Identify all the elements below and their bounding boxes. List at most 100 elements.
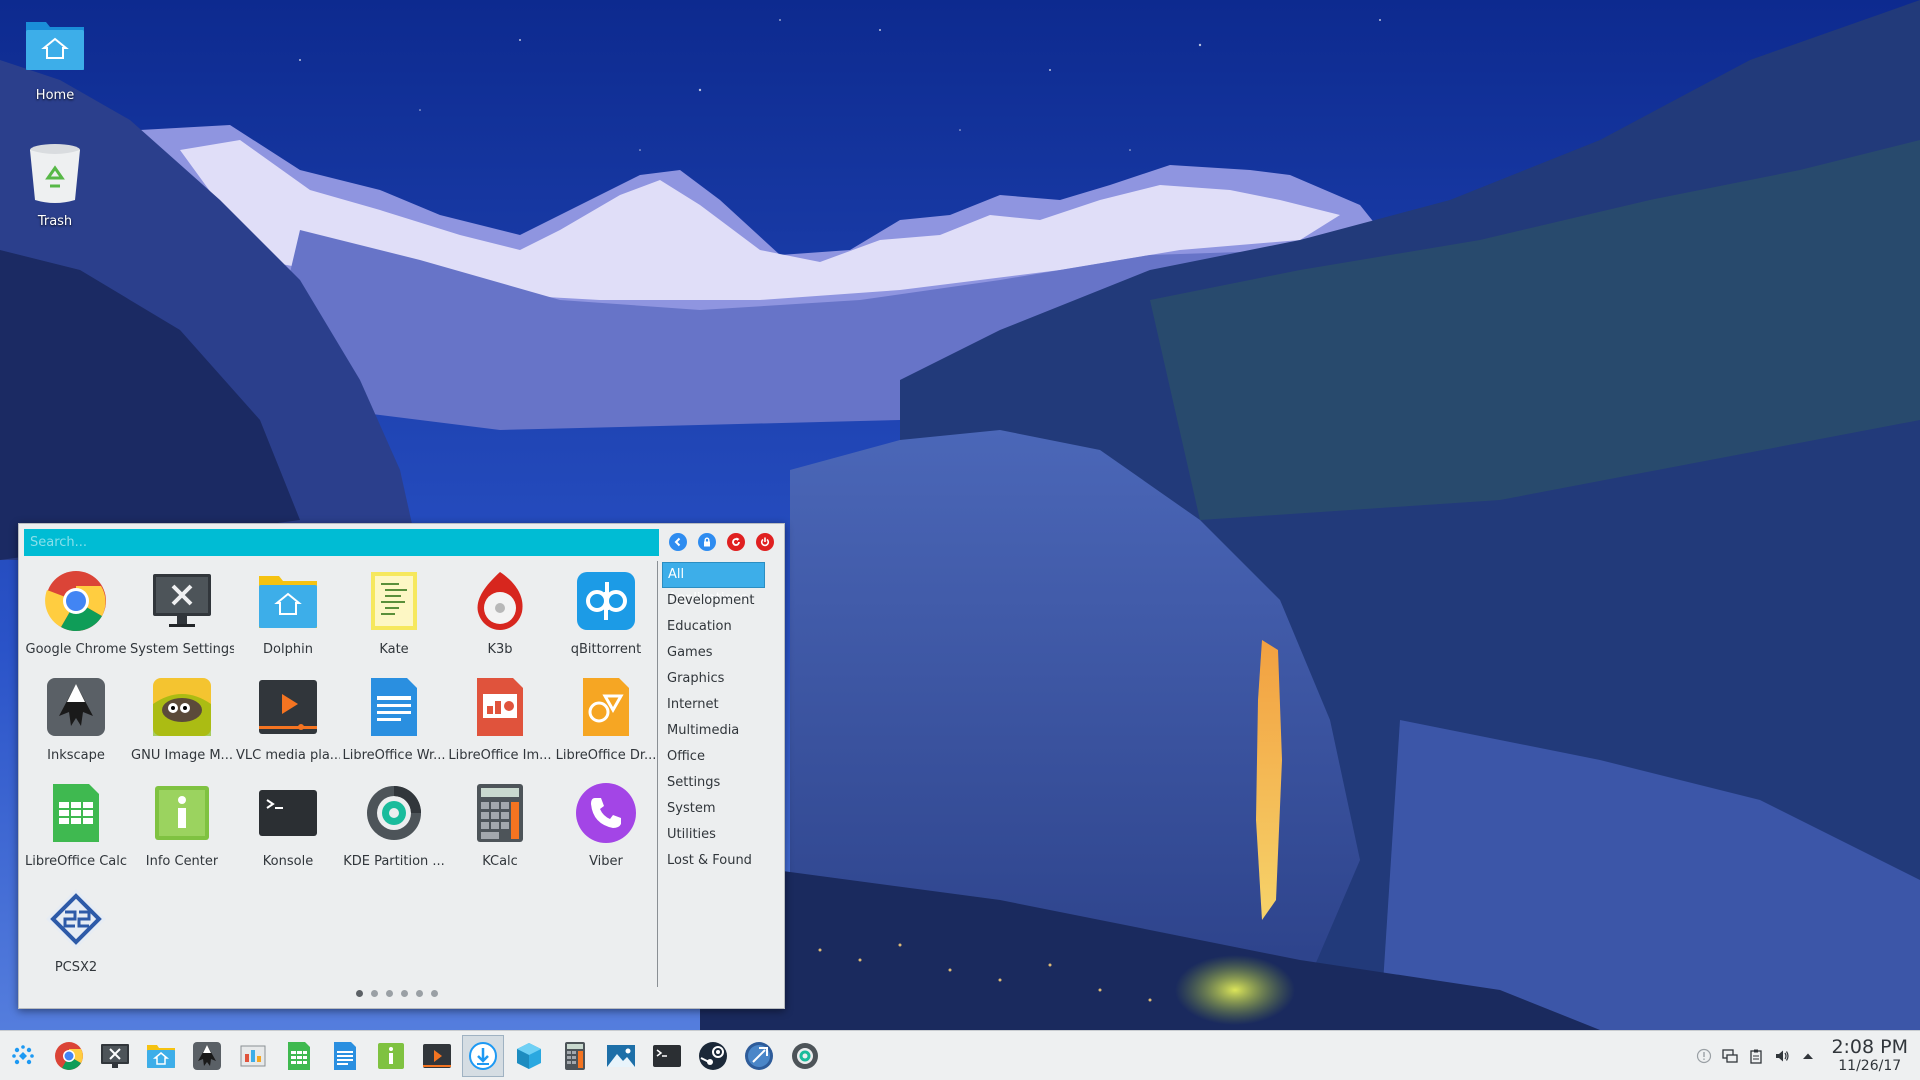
tray-network[interactable] — [1719, 1045, 1741, 1067]
search-input[interactable] — [24, 529, 659, 556]
category-lost-and-found[interactable]: Lost & Found — [662, 848, 780, 874]
app-label: VLC media pla... — [236, 748, 340, 763]
image-viewer-icon — [607, 1045, 635, 1067]
app-libreoffice-calc[interactable]: LibreOffice Calc — [23, 774, 129, 880]
category-education[interactable]: Education — [662, 614, 780, 640]
task-system-settings[interactable] — [94, 1035, 136, 1077]
page-dot[interactable] — [416, 990, 423, 997]
task-kcalc[interactable] — [554, 1035, 596, 1077]
gimp-icon — [149, 674, 215, 740]
pcsx2-icon — [43, 886, 109, 952]
category-all-applications[interactable]: All Applications — [662, 562, 765, 606]
k3b-icon — [467, 568, 533, 634]
libreoffice-draw-icon — [573, 674, 639, 740]
tray-clipboard[interactable] — [1745, 1045, 1767, 1067]
back-button[interactable] — [669, 533, 687, 551]
app-kcalc[interactable]: KCalc — [447, 774, 553, 880]
task-image-viewer[interactable] — [600, 1035, 642, 1077]
app-pcsx2[interactable]: PCSX2 — [23, 880, 129, 986]
app-inkscape[interactable]: Inkscape — [23, 668, 129, 774]
shutdown-button[interactable] — [756, 533, 774, 551]
app-k3b[interactable]: K3b — [447, 562, 553, 668]
page-dot[interactable] — [386, 990, 393, 997]
virtualbox-cube-icon — [517, 1043, 541, 1069]
volume-icon — [1776, 1050, 1789, 1062]
desktop-icon-trash[interactable]: Trash — [0, 140, 110, 229]
clock-time: 2:08 PM — [1831, 1036, 1908, 1058]
category-office[interactable]: Office — [662, 744, 780, 770]
page-dot[interactable] — [371, 990, 378, 997]
app-gimp[interactable]: GNU Image M... — [129, 668, 235, 774]
category-list: All Applications Development Education G… — [662, 562, 780, 874]
tray-notifications[interactable] — [1693, 1045, 1715, 1067]
desktop-icon-home[interactable]: Home — [0, 14, 110, 103]
restart-button[interactable] — [727, 533, 745, 551]
power-icon — [760, 537, 770, 547]
lock-icon — [704, 537, 710, 547]
app-qbittorrent[interactable]: qBittorrent — [553, 562, 659, 668]
libreoffice-calc-icon — [288, 1042, 310, 1070]
clipboard-icon — [1750, 1049, 1762, 1064]
app-label: Viber — [589, 854, 623, 869]
task-google-chrome[interactable] — [48, 1035, 90, 1077]
application-launcher-button[interactable] — [2, 1035, 44, 1077]
task-virtualbox[interactable] — [508, 1035, 550, 1077]
libreoffice-impress-icon — [467, 674, 533, 740]
app-dolphin[interactable]: Dolphin — [235, 562, 341, 668]
system-settings-icon — [149, 568, 215, 634]
task-steam[interactable] — [692, 1035, 734, 1077]
app-konsole[interactable]: Konsole — [235, 774, 341, 880]
task-dolphin[interactable] — [140, 1035, 182, 1077]
task-vlc[interactable] — [416, 1035, 458, 1077]
page-dot[interactable] — [356, 990, 363, 997]
info-center-icon — [149, 780, 215, 846]
category-internet[interactable]: Internet — [662, 692, 780, 718]
app-label: GNU Image M... — [131, 748, 233, 763]
app-info-center[interactable]: Info Center — [129, 774, 235, 880]
category-development[interactable]: Development — [662, 588, 780, 614]
digital-clock[interactable]: 2:08 PM 11/26/17 — [1831, 1036, 1908, 1075]
kate-icon — [361, 568, 427, 634]
app-label: qBittorrent — [570, 642, 642, 657]
app-kate[interactable]: Kate — [341, 562, 447, 668]
category-utilities[interactable]: Utilities — [662, 822, 780, 848]
app-libreoffice-writer[interactable]: LibreOffice Wr... — [341, 668, 447, 774]
category-multimedia[interactable]: Multimedia — [662, 718, 780, 744]
task-libreoffice-writer[interactable] — [324, 1035, 366, 1077]
task-konsole[interactable] — [646, 1035, 688, 1077]
category-games[interactable]: Games — [662, 640, 780, 666]
app-viber[interactable]: Viber — [553, 774, 659, 880]
libreoffice-writer-icon — [361, 674, 427, 740]
task-libreoffice-calc[interactable] — [278, 1035, 320, 1077]
vlc-icon — [255, 674, 321, 740]
category-graphics[interactable]: Graphics — [662, 666, 780, 692]
page-dot[interactable] — [431, 990, 438, 997]
task-kde-partition[interactable] — [784, 1035, 826, 1077]
desktop-icon-label: Trash — [37, 214, 73, 229]
app-system-settings[interactable]: System Settings — [129, 562, 235, 668]
app-label: KDE Partition ... — [343, 854, 445, 869]
software-center-icon — [469, 1042, 497, 1070]
task-inkscape[interactable] — [186, 1035, 228, 1077]
task-info-center[interactable] — [370, 1035, 412, 1077]
task-software-center[interactable] — [462, 1035, 504, 1077]
app-label: System Settings — [130, 642, 234, 657]
app-label: Konsole — [262, 854, 314, 869]
app-kde-partition[interactable]: KDE Partition ... — [341, 774, 447, 880]
task-web-browser[interactable] — [738, 1035, 780, 1077]
task-libreoffice-impress[interactable] — [232, 1035, 274, 1077]
page-dot[interactable] — [401, 990, 408, 997]
libreoffice-impress-icon — [240, 1045, 266, 1067]
back-icon — [674, 537, 681, 547]
tray-volume[interactable] — [1771, 1045, 1793, 1067]
app-libreoffice-impress[interactable]: LibreOffice Im... — [447, 668, 553, 774]
info-center-icon — [378, 1043, 404, 1069]
category-system[interactable]: System — [662, 796, 780, 822]
app-vlc[interactable]: VLC media pla... — [235, 668, 341, 774]
app-google-chrome[interactable]: Google Chrome — [23, 562, 129, 668]
tray-expand[interactable] — [1797, 1045, 1819, 1067]
lock-screen-button[interactable] — [698, 533, 716, 551]
app-label: Google Chrome — [25, 642, 127, 657]
app-libreoffice-draw[interactable]: LibreOffice Dr... — [553, 668, 659, 774]
category-settings[interactable]: Settings — [662, 770, 780, 796]
